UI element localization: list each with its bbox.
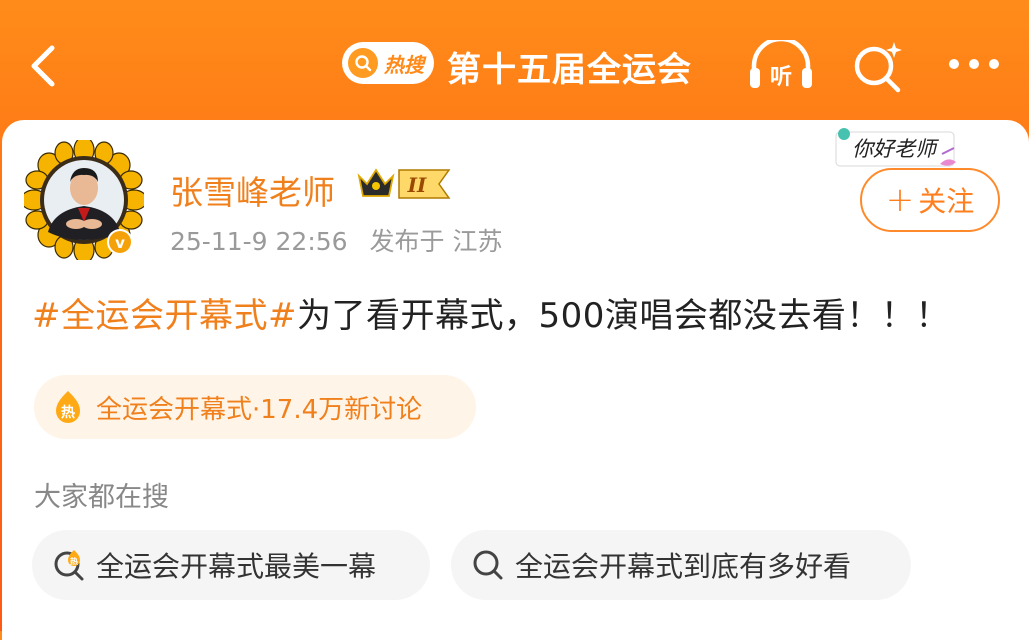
post-hashtag-link[interactable]: #全运会开幕式# [32,296,297,336]
back-icon[interactable] [24,40,64,92]
search-suggestion-label: 全运会开幕式到底有多好看 [515,550,852,583]
listen-icon[interactable]: 听 [748,40,814,92]
search-suggestion-chip[interactable]: 全运会开幕式到底有多好看 [451,530,911,600]
vip-level-text: II [407,173,427,197]
hot-search-icon: 热 [54,550,84,581]
topic-chip[interactable]: 热 全运会开幕式·17.4万新讨论 [34,375,476,439]
search-icon [473,550,503,580]
post-body: #全运会开幕式#为了看开幕式，500演唱会都没去看！！！ [32,288,950,337]
page-title: 第十五届全运会 [447,50,692,90]
more-icon[interactable] [946,54,1002,74]
follow-button[interactable]: + 关注 [860,168,1000,232]
svg-text:v: v [115,234,125,252]
top-navigation-bar: 热搜 第十五届全运会 听 [0,0,1029,130]
listen-icon-label: 听 [770,65,792,90]
post-location: 发布于 江苏 [369,227,503,256]
post-timestamp: 25-11-9 22:56 [170,227,348,256]
everyone-search-heading: 大家都在搜 [34,482,169,513]
search-suggestion-chip[interactable]: 热 全运会开幕式最美一幕 [32,530,430,600]
hot-search-pill[interactable]: 热搜 [342,42,434,84]
svg-text:热: 热 [70,556,78,566]
hot-topic-icon: 热 [56,391,80,423]
search-suggestion-label: 全运会开幕式最美一幕 [96,550,377,583]
topic-chip-label: 全运会开幕式·17.4万新讨论 [96,394,423,425]
search-spark-icon[interactable] [850,38,906,94]
hot-search-pill-label: 热搜 [384,52,424,77]
hot-search-dot-icon [348,48,378,78]
sticker-text: 你好老师 [852,137,940,161]
avatar[interactable]: v [24,140,144,260]
post-body-text: 为了看开幕式，500演唱会都没去看！！！ [296,296,950,336]
post-meta: 25-11-9 22:56 发布于 江苏 [170,222,502,258]
post-card: v 张雪峰老师 II 25-11-9 22:56 发布于 江苏 你好老师 + 关… [2,120,1029,640]
plus-icon: + [885,180,915,220]
vip-crown-badge-icon[interactable]: II [355,164,453,204]
svg-text:热: 热 [61,404,75,421]
follow-button-label: 关注 [918,185,975,218]
author-name[interactable]: 张雪峰老师 [170,166,335,214]
